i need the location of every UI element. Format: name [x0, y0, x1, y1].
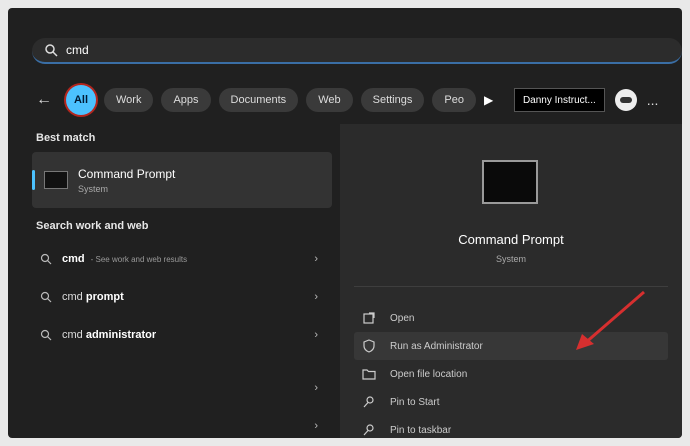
- action-pin-to-start[interactable]: Pin to Start: [354, 388, 668, 416]
- web-result-cmd[interactable]: cmd - See work and web results ›: [32, 240, 332, 278]
- preview-subtitle: System: [495, 254, 526, 264]
- action-open-file-location[interactable]: Open file location: [354, 360, 668, 388]
- web-result-cmd-administrator[interactable]: cmd administrator ›: [32, 316, 332, 354]
- back-arrow-icon[interactable]: ←: [36, 91, 56, 109]
- avatar[interactable]: [614, 89, 637, 111]
- filter-settings[interactable]: Settings: [360, 88, 425, 112]
- search-input[interactable]: [64, 42, 628, 58]
- preview-title: Command Prompt: [458, 232, 564, 247]
- preview-panel: Command Prompt System Open Run as Admini…: [340, 124, 682, 438]
- search-icon: [45, 44, 58, 57]
- start-search-window: ← All Work Apps Documents Web Settings P…: [8, 8, 682, 438]
- best-match-title: Command Prompt: [78, 166, 176, 181]
- result-text: cmd: [62, 253, 85, 265]
- action-label: Run as Administrator: [390, 340, 483, 352]
- red-arrow-annotation: [576, 290, 645, 350]
- scroll-right-icon[interactable]: ▶: [484, 93, 500, 107]
- command-prompt-icon: [482, 160, 538, 204]
- chevron-right-icon[interactable]: ›: [314, 382, 318, 394]
- result-bold-text: prompt: [85, 291, 124, 303]
- action-label: Pin to Start: [390, 396, 440, 408]
- action-pin-to-taskbar[interactable]: Pin to taskbar: [354, 416, 668, 438]
- filter-bar: ← All Work Apps Documents Web Settings P…: [8, 82, 682, 118]
- result-hint: - See work and web results: [90, 255, 188, 264]
- web-result-cmd-prompt[interactable]: cmd prompt ›: [32, 278, 332, 316]
- search-icon: [40, 291, 52, 303]
- more-options-button[interactable]: ...: [647, 92, 659, 108]
- result-text: cmd: [62, 329, 86, 341]
- pin-icon: [363, 396, 374, 408]
- action-label: Open file location: [390, 368, 468, 380]
- filter-documents[interactable]: Documents: [218, 88, 299, 112]
- search-icon: [40, 329, 52, 341]
- search-icon: [40, 253, 52, 265]
- divider: [354, 286, 668, 287]
- pin-icon: [363, 424, 374, 436]
- filter-web[interactable]: Web: [306, 88, 353, 112]
- chevron-right-icon[interactable]: ›: [314, 420, 318, 432]
- account-badge[interactable]: Danny Instruct...: [513, 88, 605, 112]
- shield-icon: [363, 339, 375, 353]
- selection-indicator: [32, 170, 35, 190]
- result-text: cmd: [62, 291, 86, 303]
- chevron-right-icon[interactable]: ›: [314, 329, 318, 341]
- result-bold-text: administrator: [85, 329, 157, 341]
- action-label: Pin to taskbar: [390, 424, 452, 436]
- copilot-icon: [619, 97, 632, 103]
- filter-all[interactable]: All: [66, 85, 96, 115]
- filter-work[interactable]: Work: [104, 88, 154, 112]
- open-icon: [363, 312, 375, 324]
- chevron-right-icon[interactable]: ›: [314, 253, 318, 265]
- filter-people[interactable]: Peo: [432, 88, 476, 112]
- search-web-heading: Search work and web: [36, 220, 149, 232]
- best-match-subtitle: System: [78, 183, 109, 194]
- best-match-item[interactable]: Command Prompt System: [32, 152, 332, 208]
- filter-apps[interactable]: Apps: [161, 88, 211, 112]
- folder-icon: [362, 369, 376, 380]
- chevron-right-icon[interactable]: ›: [314, 291, 318, 303]
- action-label: Open: [390, 312, 415, 324]
- results-panel: Best match Command Prompt System Search …: [32, 132, 332, 432]
- best-match-heading: Best match: [36, 132, 96, 144]
- search-box[interactable]: [32, 38, 682, 64]
- command-prompt-icon: [44, 171, 68, 189]
